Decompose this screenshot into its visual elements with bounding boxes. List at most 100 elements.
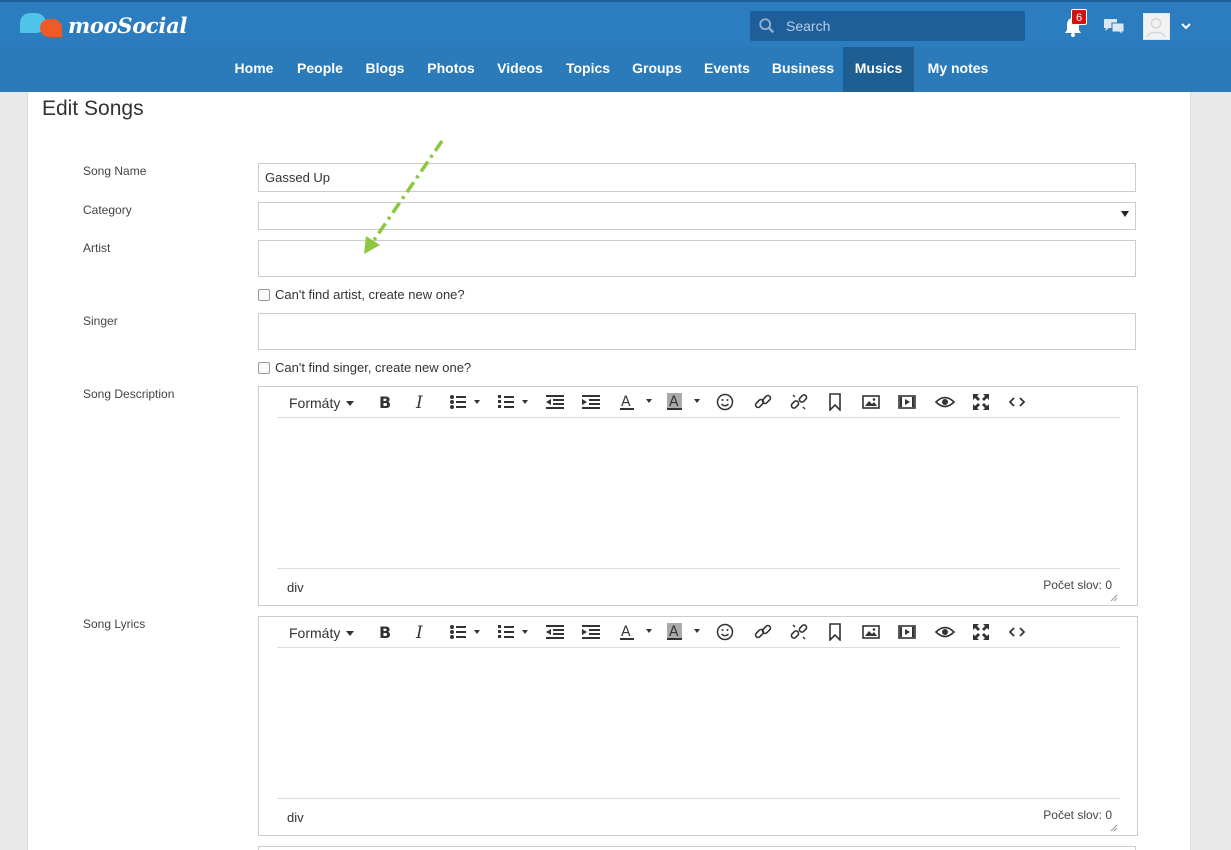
element-path[interactable]: div — [287, 580, 304, 595]
emoticon-button[interactable] — [715, 393, 735, 411]
nav-events[interactable]: Events — [696, 47, 758, 92]
bold-button[interactable]: B — [375, 393, 395, 411]
insert-link-button[interactable] — [753, 393, 773, 411]
anchor-button[interactable] — [825, 623, 845, 641]
artist-input[interactable] — [258, 240, 1136, 277]
nav-home[interactable]: Home — [226, 47, 282, 92]
preview-button[interactable] — [935, 393, 955, 411]
song-name-input[interactable]: Gassed Up — [258, 163, 1136, 192]
smiley-icon — [716, 623, 734, 641]
formats-dropdown[interactable]: Formáty — [289, 395, 355, 411]
create-artist-checkbox[interactable] — [258, 288, 270, 301]
italic-button[interactable]: I — [411, 393, 431, 411]
numbered-list-button[interactable] — [497, 623, 531, 641]
brand-name: mooSocial — [68, 12, 188, 38]
fullscreen-button[interactable] — [971, 393, 991, 411]
unlink-button[interactable] — [789, 623, 809, 641]
chevron-down-icon[interactable] — [1181, 22, 1191, 30]
search-icon — [759, 18, 775, 34]
page-title: Edit Songs — [42, 97, 144, 120]
insert-media-button[interactable] — [897, 393, 917, 411]
create-artist-checkbox-label: Can't find artist, create new one? — [275, 287, 465, 302]
dropdown-arrow-icon — [1121, 211, 1129, 217]
resize-handle-icon[interactable] — [1110, 594, 1118, 602]
svg-text:B: B — [379, 394, 391, 410]
nav-blogs[interactable]: Blogs — [358, 47, 412, 92]
source-code-button[interactable] — [1007, 623, 1027, 641]
search-input[interactable] — [786, 18, 1016, 34]
svg-text:A: A — [669, 624, 679, 640]
nav-groups[interactable]: Groups — [626, 47, 688, 92]
background-color-button[interactable]: A — [667, 623, 701, 641]
text-color-icon: A — [620, 624, 652, 640]
word-count: Počet slov: 0 — [1043, 808, 1112, 822]
user-placeholder-icon — [1147, 17, 1166, 38]
bold-button[interactable]: B — [375, 623, 395, 641]
anchor-button[interactable] — [825, 393, 845, 411]
create-singer-checkbox[interactable] — [258, 361, 270, 374]
indent-button[interactable] — [581, 623, 601, 641]
search-box[interactable] — [750, 11, 1025, 41]
nav-business[interactable]: Business — [766, 47, 840, 92]
text-color-button[interactable]: A — [619, 623, 653, 641]
song-lyrics-editor[interactable]: Formáty B I A A div Počet slov: 0 — [258, 616, 1138, 836]
nav-videos[interactable]: Videos — [490, 47, 550, 92]
formats-dropdown[interactable]: Formáty — [289, 625, 355, 641]
insert-media-button[interactable] — [897, 623, 917, 641]
unlink-icon — [790, 624, 808, 640]
create-singer-checkbox-label: Can't find singer, create new one? — [275, 360, 472, 375]
source-code-button[interactable] — [1007, 393, 1027, 411]
next-field[interactable] — [258, 846, 1136, 850]
song-name-label: Song Name — [83, 164, 147, 178]
outdent-button[interactable] — [545, 623, 565, 641]
create-singer-checkbox-row[interactable]: Can't find singer, create new one? — [258, 360, 471, 375]
category-select[interactable] — [258, 202, 1136, 230]
outdent-button[interactable] — [545, 393, 565, 411]
element-path[interactable]: div — [287, 810, 304, 825]
bookmark-icon — [829, 623, 841, 641]
media-icon — [898, 625, 916, 639]
bullet-list-icon — [450, 395, 480, 409]
insert-image-button[interactable] — [861, 623, 881, 641]
code-icon — [1009, 397, 1025, 407]
formats-label: Formáty — [289, 395, 341, 411]
chevron-down-icon — [346, 630, 355, 636]
indent-button[interactable] — [581, 393, 601, 411]
insert-image-button[interactable] — [861, 393, 881, 411]
svg-text:A: A — [621, 394, 631, 410]
bullet-list-button[interactable] — [449, 623, 483, 641]
code-icon — [1009, 627, 1025, 637]
indent-icon — [582, 395, 600, 409]
fullscreen-button[interactable] — [971, 623, 991, 641]
nav-my-notes[interactable]: My notes — [921, 47, 995, 92]
outdent-icon — [546, 625, 564, 639]
background-color-icon: A — [667, 393, 700, 410]
bookmark-icon — [829, 393, 841, 411]
create-artist-checkbox-row[interactable]: Can't find artist, create new one? — [258, 287, 465, 302]
nav-topics[interactable]: Topics — [558, 47, 618, 92]
svg-text:I: I — [415, 624, 423, 640]
nav-people[interactable]: People — [289, 47, 351, 92]
singer-input[interactable] — [258, 313, 1136, 350]
main-nav: Home People Blogs Photos Videos Topics G… — [0, 47, 1231, 92]
nav-photos[interactable]: Photos — [419, 47, 483, 92]
italic-button[interactable]: I — [411, 623, 431, 641]
insert-link-button[interactable] — [753, 623, 773, 641]
preview-button[interactable] — [935, 623, 955, 641]
background-color-button[interactable]: A — [667, 393, 701, 411]
messages-icon[interactable] — [1103, 17, 1125, 37]
text-color-button[interactable]: A — [619, 393, 653, 411]
resize-handle-icon[interactable] — [1110, 824, 1118, 832]
song-description-editor[interactable]: Formáty B I A A div Počet slov: 0 — [258, 386, 1138, 606]
notification-count-badge: 6 — [1071, 9, 1087, 25]
bullet-list-button[interactable] — [449, 393, 483, 411]
formats-label: Formáty — [289, 625, 341, 641]
nav-musics[interactable]: Musics — [843, 47, 914, 92]
logo[interactable]: mooSocial — [20, 11, 187, 39]
bold-icon: B — [379, 624, 391, 640]
media-icon — [898, 395, 916, 409]
numbered-list-button[interactable] — [497, 393, 531, 411]
emoticon-button[interactable] — [715, 623, 735, 641]
unlink-button[interactable] — [789, 393, 809, 411]
avatar[interactable] — [1143, 13, 1170, 40]
